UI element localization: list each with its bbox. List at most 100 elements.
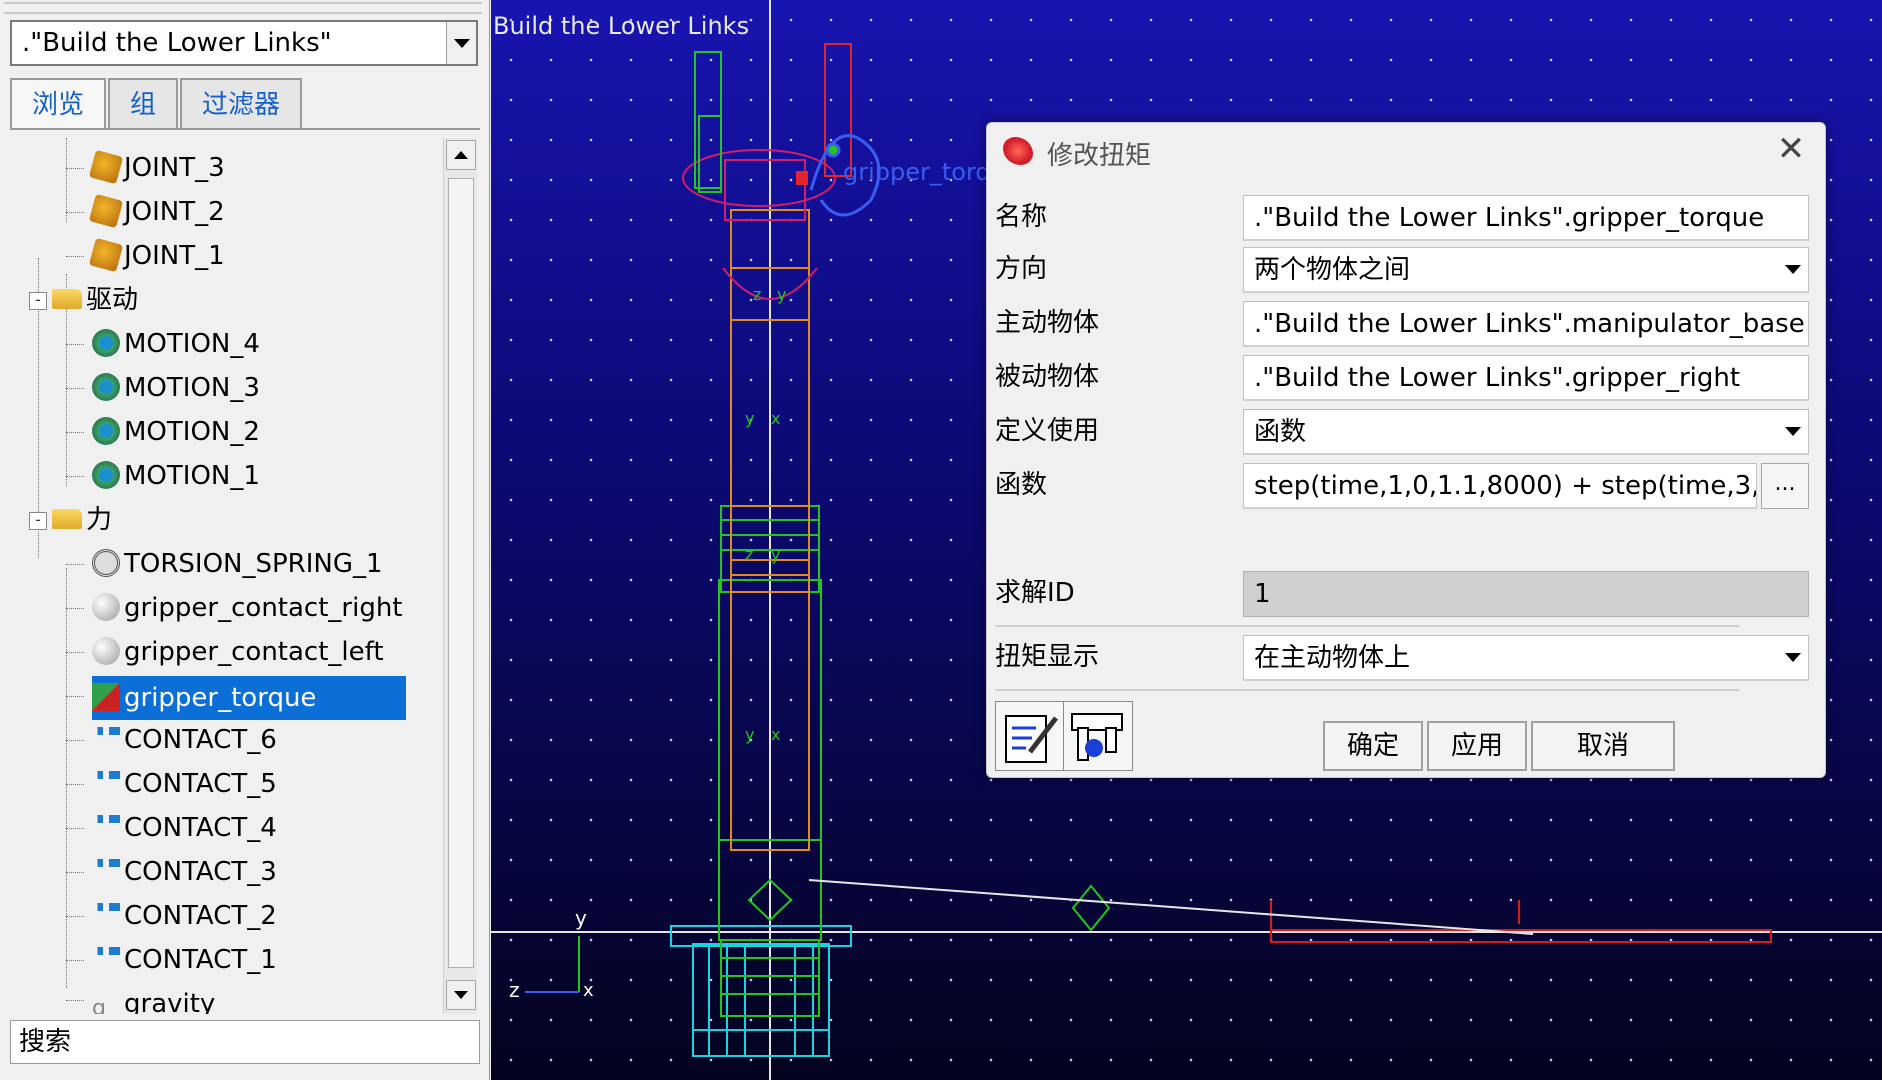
model-selector[interactable]: ."Build the Lower Links" xyxy=(10,20,478,66)
tree-folder-forces[interactable]: 力 xyxy=(52,500,112,540)
motion-icon xyxy=(92,416,120,445)
action-body-field[interactable]: ."Build the Lower Links".manipulator_bas… xyxy=(1243,301,1809,347)
name-field[interactable]: ."Build the Lower Links".gripper_torque xyxy=(1243,195,1809,241)
scroll-down-button[interactable] xyxy=(446,980,476,1010)
chevron-down-icon[interactable] xyxy=(1778,410,1808,453)
contact-sphere-icon xyxy=(92,636,120,665)
ok-button[interactable]: 确定 xyxy=(1323,721,1423,771)
tree-item-contact-left[interactable]: gripper_contact_left xyxy=(92,632,384,672)
model-tree: JOINT_3 JOINT_2 JOINT_1 - 驱动 MOTION_4 MO… xyxy=(10,138,480,1014)
tree-item-joint[interactable]: JOINT_3 xyxy=(88,148,225,188)
scroll-up-button[interactable] xyxy=(446,140,476,170)
viewport-model-title: Build the Lower Links xyxy=(493,12,750,40)
folder-icon xyxy=(52,508,82,529)
cancel-button[interactable]: 取消 xyxy=(1531,721,1675,771)
tree-connector xyxy=(66,608,84,609)
apply-button[interactable]: 应用 xyxy=(1427,721,1527,771)
tree-connector xyxy=(66,828,84,829)
function-field[interactable]: step(time,1,0,1.1,8000) + step(time,3,0,… xyxy=(1243,463,1757,509)
tab-groups[interactable]: 组 xyxy=(108,78,179,128)
tree-connector xyxy=(66,344,84,345)
function-label: 函数 xyxy=(995,470,1048,500)
tree-item-contact[interactable]: CONTACT_6 xyxy=(92,720,277,760)
tree-item-gripper-torque[interactable]: gripper_torque xyxy=(92,676,406,720)
tab-filters[interactable]: 过滤器 xyxy=(180,78,303,128)
reaction-body-field[interactable]: ."Build the Lower Links".gripper_right xyxy=(1243,355,1809,401)
tree-item-label: CONTACT_6 xyxy=(124,725,277,755)
tree-folder-motions[interactable]: 驱动 xyxy=(52,280,138,320)
search-input[interactable]: 搜索 xyxy=(10,1020,480,1064)
tree-connector xyxy=(66,916,84,917)
tree-item-label: CONTACT_2 xyxy=(124,901,277,931)
tree-item-gravity[interactable]: g gravity xyxy=(92,984,215,1014)
tree-item-label: 力 xyxy=(86,505,113,535)
panel-grip[interactable] xyxy=(4,2,482,14)
collapse-toggle[interactable]: - xyxy=(29,292,47,310)
joint-icon xyxy=(88,237,124,272)
chevron-down-icon[interactable] xyxy=(1778,636,1808,679)
edit-comments-button[interactable] xyxy=(995,701,1065,771)
tree-item-joint[interactable]: JOINT_2 xyxy=(88,192,225,232)
contact-icon xyxy=(92,814,120,823)
direction-value: 两个物体之间 xyxy=(1254,255,1411,285)
triad-z-label: z xyxy=(509,978,520,1002)
tree-item-contact[interactable]: CONTACT_3 xyxy=(92,852,277,892)
svg-text:x: x xyxy=(771,409,780,428)
tab-browse[interactable]: 浏览 xyxy=(10,78,107,130)
close-icon[interactable]: ✕ xyxy=(1773,132,1809,169)
define-using-select[interactable]: 函数 xyxy=(1243,409,1809,455)
contact-icon xyxy=(92,858,120,867)
scroll-thumb[interactable] xyxy=(448,178,474,968)
function-builder-button[interactable]: ... xyxy=(1761,463,1809,509)
tree-item-label: JOINT_2 xyxy=(124,197,225,227)
action-body-label: 主动物体 xyxy=(995,308,1100,338)
tree-item-label: JOINT_1 xyxy=(124,241,225,271)
tree-item-label: 驱动 xyxy=(86,285,139,315)
tree-item-contact-right[interactable]: gripper_contact_right xyxy=(92,588,403,628)
tree-item-label: MOTION_1 xyxy=(124,461,260,491)
tree-item-torsion-spring[interactable]: TORSION_SPRING_1 xyxy=(92,544,383,584)
tree-connector xyxy=(66,696,84,697)
tree-item-label: MOTION_2 xyxy=(124,417,260,447)
tree-item-contact[interactable]: CONTACT_5 xyxy=(92,764,277,804)
app-icon xyxy=(1003,137,1033,165)
contact-icon xyxy=(92,770,120,779)
torque-display-select[interactable]: 在主动物体上 xyxy=(1243,635,1809,681)
collapse-toggle[interactable]: - xyxy=(29,512,47,530)
define-using-value: 函数 xyxy=(1254,417,1307,447)
motion-icon xyxy=(92,460,120,489)
joint-icon xyxy=(88,149,124,184)
edit-comments-icon xyxy=(1005,715,1058,763)
solver-id-label: 求解ID xyxy=(995,578,1075,608)
tree-item-contact[interactable]: CONTACT_2 xyxy=(92,896,277,936)
direction-label: 方向 xyxy=(995,254,1048,284)
motion-icon xyxy=(92,328,120,357)
dialog-title: 修改扭矩 xyxy=(1047,141,1152,171)
direction-select[interactable]: 两个物体之间 xyxy=(1243,247,1809,293)
motion-icon xyxy=(92,372,120,401)
modify-torque-dialog: 修改扭矩 ✕ 名称 ."Build the Lower Links".gripp… xyxy=(986,122,1826,778)
svg-text:y: y xyxy=(745,725,754,744)
reaction-body-label: 被动物体 xyxy=(995,362,1100,392)
torque-display-value: 在主动物体上 xyxy=(1254,643,1411,673)
svg-text:z: z xyxy=(745,545,753,564)
tree-item-motion[interactable]: MOTION_2 xyxy=(92,412,260,452)
model-browser-panel: ."Build the Lower Links" 浏览 组 过滤器 JOINT_… xyxy=(0,0,490,1080)
chevron-down-icon[interactable] xyxy=(1778,248,1808,291)
tree-item-contact[interactable]: CONTACT_4 xyxy=(92,808,277,848)
tree-item-contact[interactable]: CONTACT_1 xyxy=(92,940,277,980)
chevron-down-icon[interactable] xyxy=(446,22,476,64)
tree-item-motion[interactable]: MOTION_1 xyxy=(92,456,260,496)
define-using-label: 定义使用 xyxy=(995,416,1100,446)
joint-icon xyxy=(88,193,124,228)
tree-item-joint[interactable]: JOINT_1 xyxy=(88,236,225,276)
tree-scrollbar[interactable] xyxy=(443,138,477,1014)
dialog-titlebar[interactable]: 修改扭矩 ✕ xyxy=(987,123,1825,181)
tree-item-motion[interactable]: MOTION_4 xyxy=(92,324,260,364)
svg-text:x: x xyxy=(771,725,780,744)
spring-icon xyxy=(92,548,120,577)
triad-y-label: y xyxy=(575,906,587,930)
force-graphics-button[interactable] xyxy=(1063,701,1133,771)
tree-item-motion[interactable]: MOTION_3 xyxy=(92,368,260,408)
solver-id-field: 1 xyxy=(1243,571,1809,617)
